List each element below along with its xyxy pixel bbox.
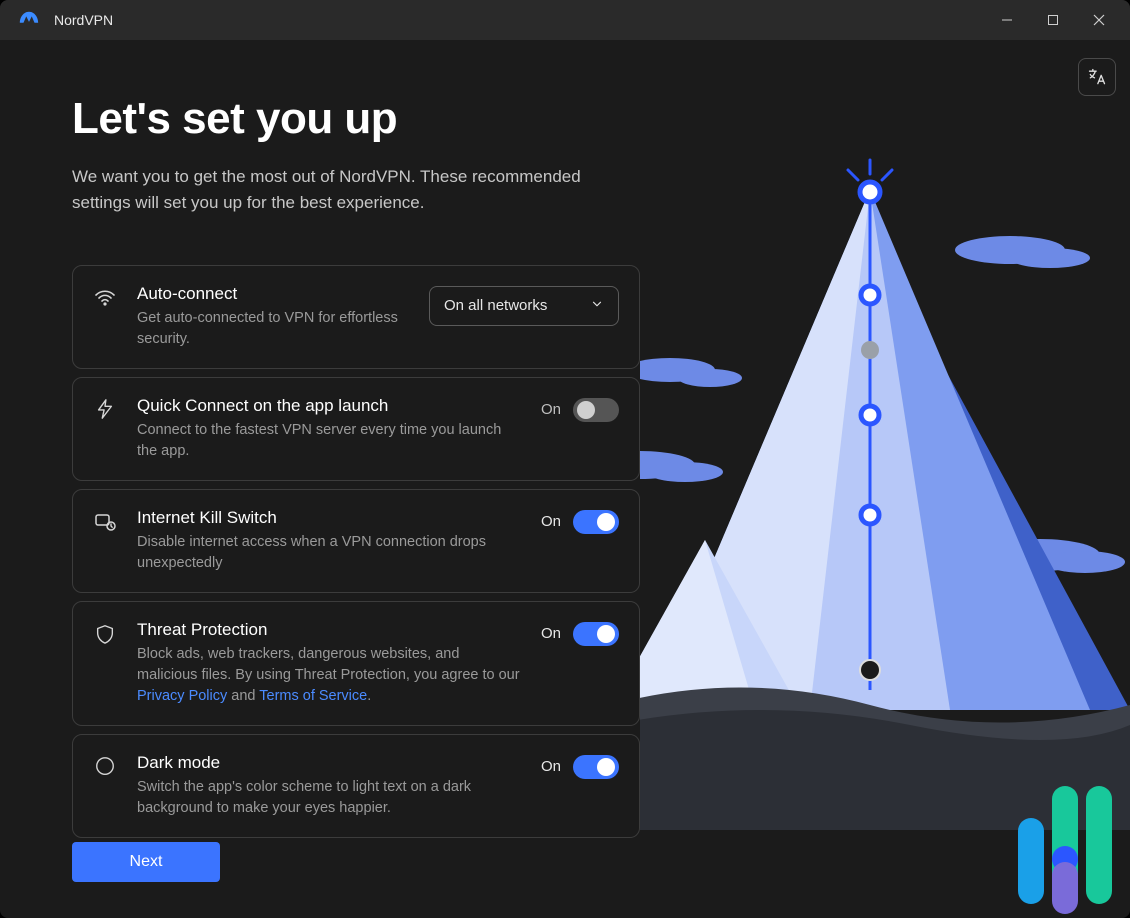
page-title: Let's set you up <box>72 94 640 144</box>
setting-threat-protection: Threat Protection Block ads, web tracker… <box>72 601 640 726</box>
decoration-bar <box>1052 862 1078 914</box>
wifi-icon <box>91 284 119 310</box>
app-window: NordVPN Let's set you up We want you to … <box>0 0 1130 918</box>
setting-title: Quick Connect on the app launch <box>137 396 523 416</box>
maximize-button[interactable] <box>1030 0 1076 40</box>
lightning-icon <box>91 396 119 420</box>
kill-switch-icon <box>91 508 119 534</box>
chevron-down-icon <box>590 297 604 315</box>
setting-title: Internet Kill Switch <box>137 508 523 528</box>
privacy-policy-link[interactable]: Privacy Policy <box>137 688 227 704</box>
auto-connect-dropdown[interactable]: On all networks <box>429 286 619 326</box>
close-button[interactable] <box>1076 0 1122 40</box>
moon-icon <box>91 753 119 777</box>
titlebar: NordVPN <box>0 0 1130 40</box>
setting-desc: Block ads, web trackers, dangerous websi… <box>137 644 523 707</box>
quick-connect-toggle[interactable] <box>573 398 619 422</box>
app-title: NordVPN <box>54 12 113 28</box>
decoration-bar <box>1086 786 1112 904</box>
setting-desc: Disable internet access when a VPN conne… <box>137 532 523 574</box>
kill-switch-toggle[interactable] <box>573 510 619 534</box>
setting-title: Auto-connect <box>137 284 411 304</box>
app-logo-icon <box>18 9 40 31</box>
setting-desc: Switch the app's color scheme to light t… <box>137 777 523 819</box>
dark-mode-toggle[interactable] <box>573 755 619 779</box>
decoration-bar <box>1018 818 1044 904</box>
translate-icon <box>1087 67 1107 87</box>
setting-title: Threat Protection <box>137 620 523 640</box>
setting-quick-connect: Quick Connect on the app launch Connect … <box>72 377 640 481</box>
setting-dark-mode: Dark mode Switch the app's color scheme … <box>72 734 640 838</box>
page-subtitle: We want you to get the most out of NordV… <box>72 164 592 217</box>
setting-kill-switch: Internet Kill Switch Disable internet ac… <box>72 489 640 593</box>
threat-protection-toggle[interactable] <box>573 622 619 646</box>
next-button[interactable]: Next <box>72 842 220 882</box>
toggle-label: On <box>541 625 561 642</box>
desc-text: . <box>367 688 371 704</box>
setting-desc: Get auto-connected to VPN for effortless… <box>137 308 411 350</box>
toggle-label: On <box>541 758 561 775</box>
brand-decoration <box>1018 786 1112 904</box>
setting-auto-connect: Auto-connect Get auto-connected to VPN f… <box>72 265 640 369</box>
minimize-button[interactable] <box>984 0 1030 40</box>
toggle-label: On <box>541 513 561 530</box>
dropdown-value: On all networks <box>444 297 547 314</box>
desc-text: and <box>231 688 259 704</box>
desc-text: Block ads, web trackers, dangerous websi… <box>137 646 520 683</box>
setting-title: Dark mode <box>137 753 523 773</box>
language-button[interactable] <box>1078 58 1116 96</box>
shield-icon <box>91 620 119 646</box>
main-panel: Let's set you up We want you to get the … <box>0 40 640 918</box>
toggle-label: On <box>541 401 561 418</box>
terms-of-service-link[interactable]: Terms of Service <box>259 688 367 704</box>
settings-list: Auto-connect Get auto-connected to VPN f… <box>72 265 640 838</box>
setting-desc: Connect to the fastest VPN server every … <box>137 420 523 462</box>
